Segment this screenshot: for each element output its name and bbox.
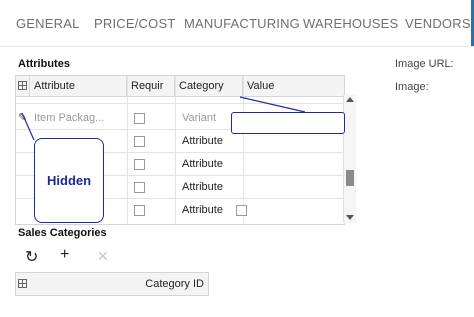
- required-checkbox[interactable]: [134, 136, 145, 147]
- tab-general[interactable]: GENERAL: [16, 16, 80, 31]
- category-cell: Attribute: [182, 204, 223, 216]
- hidden-callout-label: Hidden: [47, 173, 92, 188]
- scroll-thumb[interactable]: [346, 170, 354, 186]
- edit-row-icon[interactable]: ✎: [16, 107, 30, 129]
- value-edit-highlight[interactable]: [231, 112, 345, 134]
- required-checkbox[interactable]: [134, 205, 145, 216]
- column-header-category[interactable]: Category: [175, 76, 243, 96]
- column-chooser[interactable]: [16, 76, 30, 96]
- scroll-down-arrow-icon[interactable]: [346, 215, 354, 220]
- tab-bar: GENERAL PRICE/COST MANUFACTURING WAREHOU…: [0, 0, 474, 46]
- hidden-callout: Hidden: [34, 138, 104, 223]
- required-checkbox[interactable]: [134, 113, 145, 124]
- grid-settings-icon: [18, 81, 27, 90]
- tab-manufacturing[interactable]: MANUFACTURING: [184, 16, 300, 31]
- category-cell: Attribute: [182, 158, 223, 170]
- sales-categories-grid: Category ID: [15, 272, 209, 296]
- tab-vendors[interactable]: VENDORS: [405, 16, 471, 31]
- grid-settings-icon: [18, 279, 27, 288]
- column-chooser[interactable]: [16, 273, 30, 295]
- column-header-attribute[interactable]: Attribute: [30, 76, 127, 96]
- column-header-required[interactable]: Requir: [127, 76, 175, 96]
- tab-price-cost[interactable]: PRICE/COST: [94, 16, 175, 31]
- plus-icon[interactable]: +: [60, 246, 69, 264]
- image-label: Image:: [395, 81, 429, 93]
- attributes-title: Attributes: [18, 58, 70, 70]
- attribute-cell: Item Packag...: [34, 112, 105, 124]
- close-icon: ✕: [97, 248, 109, 264]
- tab-warehouses[interactable]: WAREHOUSES: [303, 16, 398, 31]
- required-checkbox[interactable]: [134, 159, 145, 170]
- value-checkbox[interactable]: [236, 205, 247, 216]
- image-url-label: Image URL:: [395, 58, 454, 70]
- category-cell: Attribute: [182, 181, 223, 193]
- required-checkbox[interactable]: [134, 182, 145, 193]
- attributes-grid-header: Attribute Requir Category Value: [16, 76, 344, 97]
- sales-categories-title: Sales Categories: [18, 227, 107, 239]
- column-header-value[interactable]: Value: [243, 76, 344, 96]
- scroll-up-arrow-icon[interactable]: [346, 97, 354, 102]
- tab-divider: [0, 46, 474, 47]
- table-row-partial: [16, 96, 344, 104]
- refresh-icon[interactable]: ↻: [25, 247, 38, 267]
- column-header-category-id[interactable]: Category ID: [30, 273, 208, 295]
